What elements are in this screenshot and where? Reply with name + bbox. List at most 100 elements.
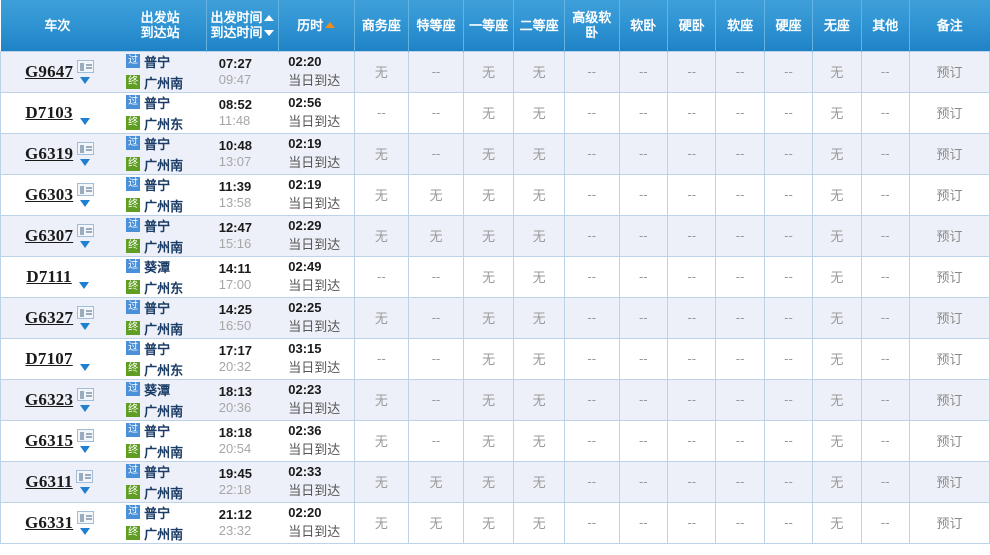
col-header-train-no[interactable]: 车次: [0, 0, 115, 51]
col-header-business-seat[interactable]: 商务座: [354, 0, 410, 51]
book-button[interactable]: 预订: [936, 434, 962, 449]
train-no-link[interactable]: G6315: [25, 431, 73, 451]
chevron-down-icon[interactable]: [79, 486, 90, 494]
train-badge-group: [76, 179, 94, 211]
seat-availability: --: [880, 310, 890, 325]
from-station-name: 普宁: [144, 423, 171, 439]
arrival-day-note: 当日到达: [288, 73, 341, 88]
seat-cell-hard-sleeper: --: [666, 92, 717, 134]
col-header-no-seat[interactable]: 无座: [812, 0, 862, 51]
seat-availability: --: [687, 64, 697, 79]
id-card-icon: [76, 182, 94, 196]
book-button[interactable]: 预订: [936, 516, 962, 531]
chevron-down-icon[interactable]: [79, 117, 90, 125]
seat-availability: --: [735, 433, 745, 448]
seat-availability: --: [735, 351, 745, 366]
arrival-day-note: 当日到达: [288, 237, 341, 252]
seat-availability: --: [784, 474, 793, 489]
train-no-link[interactable]: D7107: [25, 349, 72, 369]
id-card-icon: [76, 469, 94, 483]
book-button[interactable]: 预订: [936, 106, 962, 121]
chevron-down-icon[interactable]: [80, 404, 91, 412]
book-button[interactable]: 预订: [936, 393, 962, 408]
seat-availability: --: [587, 515, 597, 530]
train-no-link[interactable]: G9647: [25, 62, 73, 82]
train-no-link[interactable]: G6323: [25, 390, 73, 410]
seat-availability: 无: [374, 434, 388, 449]
seat-cell-second-class-seat: 无: [513, 215, 565, 257]
book-button[interactable]: 预订: [936, 65, 962, 80]
train-no-link[interactable]: G6307: [25, 226, 73, 246]
col-header-second-class[interactable]: 二等座: [513, 0, 565, 51]
col-header-soft-seat[interactable]: 软座: [715, 0, 765, 51]
time-cell: 07:27 09:47: [206, 50, 279, 93]
train-no-link[interactable]: D7111: [26, 267, 71, 287]
seat-availability: --: [587, 474, 597, 489]
book-button[interactable]: 预订: [936, 270, 962, 285]
end-station-badge: 终: [126, 362, 141, 376]
chevron-down-icon[interactable]: [80, 445, 91, 453]
from-station-name: 普宁: [144, 505, 171, 521]
sort-duration-asc-icon[interactable]: [325, 22, 336, 29]
seat-cell-soft-seat: --: [715, 50, 765, 93]
col-header-hard-sleeper[interactable]: 硬卧: [667, 0, 717, 51]
col-header-hard-seat[interactable]: 硬座: [764, 0, 814, 51]
book-button[interactable]: 预订: [936, 147, 962, 162]
chevron-down-icon[interactable]: [80, 199, 91, 207]
book-button[interactable]: 预订: [936, 188, 962, 203]
end-station-badge: 终: [126, 116, 141, 130]
chevron-down-icon[interactable]: [80, 240, 91, 248]
seat-availability: 无: [374, 516, 388, 531]
chevron-down-icon[interactable]: [80, 322, 91, 330]
duration-cell: 02:19 当日到达: [278, 133, 355, 175]
train-no-link[interactable]: G6319: [25, 144, 73, 164]
book-button[interactable]: 预订: [936, 229, 962, 244]
train-no-cell: G6331: [0, 502, 115, 544]
train-no-link[interactable]: G6311: [25, 472, 72, 492]
col-header-premium-soft-sleeper[interactable]: 高级软卧: [564, 0, 620, 51]
book-button[interactable]: 预订: [936, 352, 962, 367]
train-badge-group: [76, 466, 94, 498]
book-button[interactable]: 预订: [936, 311, 962, 326]
chevron-down-icon[interactable]: [79, 363, 90, 371]
sort-depart-asc-icon[interactable]: [264, 14, 275, 21]
chevron-down-icon[interactable]: [80, 158, 91, 166]
seat-cell-other-seat: --: [860, 50, 910, 93]
train-no-link[interactable]: D7103: [25, 103, 72, 123]
seat-availability: --: [377, 351, 386, 366]
train-no-link[interactable]: G6303: [25, 185, 73, 205]
seat-cell-soft-seat: --: [715, 338, 765, 380]
chevron-down-icon[interactable]: [80, 527, 91, 535]
time-cell: 14:25 16:50: [206, 297, 279, 339]
time-cell: 11:39 13:58: [206, 174, 279, 216]
col-header-first-class[interactable]: 一等座: [463, 0, 515, 51]
seat-availability: 无: [482, 434, 496, 449]
chevron-down-icon[interactable]: [78, 281, 89, 289]
seat-cell-soft-sleeper: --: [618, 92, 669, 134]
seat-availability: 无: [429, 188, 443, 203]
col-header-stations[interactable]: 出发站 到达站: [114, 0, 208, 51]
from-station-name: 普宁: [144, 300, 171, 316]
seat-availability: 无: [482, 516, 496, 531]
train-no-link[interactable]: G6327: [25, 308, 73, 328]
col-header-soft-sleeper[interactable]: 软卧: [619, 0, 669, 51]
seat-cell-hard-seat: --: [763, 174, 814, 216]
id-card-icon: [76, 305, 94, 319]
train-no-link[interactable]: G6331: [25, 513, 73, 533]
seat-cell-business-seat: 无: [353, 50, 410, 93]
to-station-name: 广州南: [144, 403, 184, 419]
train-no-cell: G6307: [0, 215, 115, 257]
arrive-time: 13:07: [218, 154, 252, 169]
col-header-other[interactable]: 其他: [861, 0, 910, 51]
seat-availability: --: [735, 515, 745, 530]
sort-arrive-desc-icon[interactable]: [264, 29, 275, 36]
col-header-duration[interactable]: 历时: [278, 0, 355, 51]
col-header-times[interactable]: 出发时间 到达时间: [206, 0, 279, 51]
col-header-special-seat[interactable]: 特等座: [408, 0, 464, 51]
seat-cell-hard-sleeper: --: [666, 215, 717, 257]
book-button[interactable]: 预订: [936, 475, 962, 490]
seat-cell-other-seat: --: [860, 338, 910, 380]
chevron-down-icon[interactable]: [80, 76, 91, 84]
seat-availability: --: [638, 228, 648, 243]
duration-value: 02:19: [288, 177, 322, 192]
